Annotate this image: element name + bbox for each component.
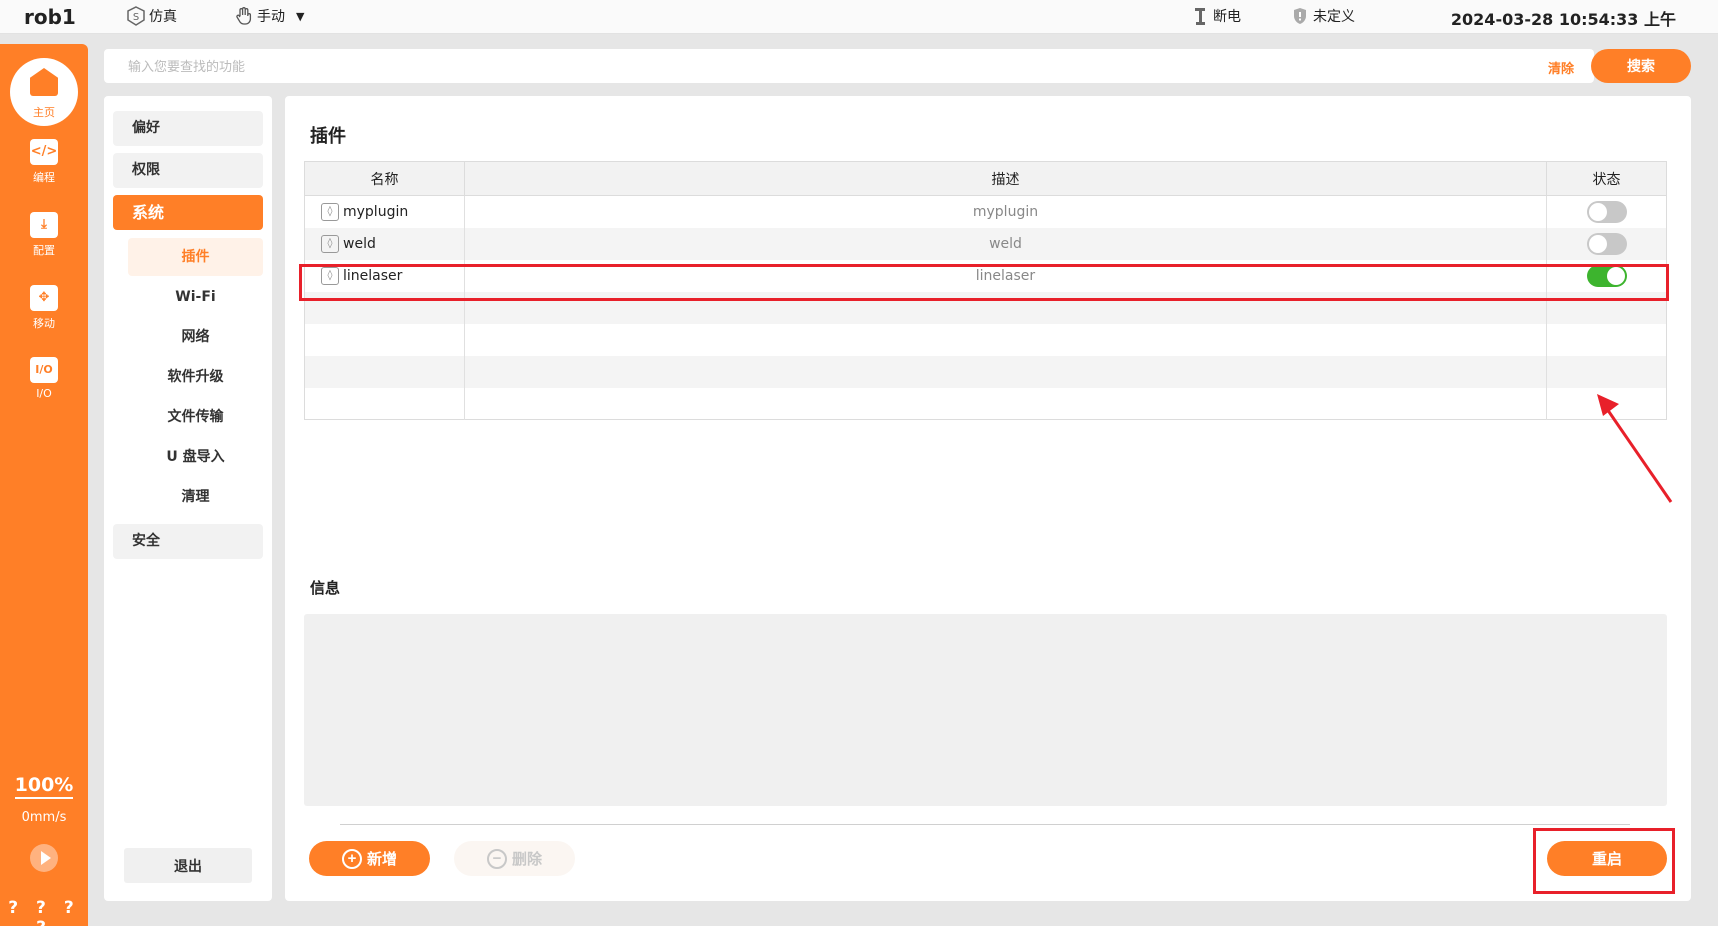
plugin-toggle[interactable] xyxy=(1586,200,1627,223)
robot-arm-icon xyxy=(1190,6,1210,26)
column-header-description[interactable]: 描述 xyxy=(464,161,1548,196)
top-bar: rob1 S 仿真 手动 ▼ 断电 未定义 2024-03-28 10:54:3… xyxy=(0,0,1718,34)
submenu-usb-import[interactable]: U 盘导入 xyxy=(128,438,263,476)
plugin-description: myplugin xyxy=(464,195,1548,228)
download-icon: ⤓ xyxy=(30,212,58,238)
safety-status[interactable]: 未定义 xyxy=(1290,6,1355,26)
speed-percent[interactable]: 100% xyxy=(0,774,88,799)
nav-io-label: I/O xyxy=(36,387,52,400)
table-row-empty xyxy=(304,323,1667,356)
home-icon xyxy=(30,68,58,96)
safety-label: 未定义 xyxy=(1313,9,1355,25)
delete-button[interactable]: − 删除 xyxy=(454,841,575,876)
menu-preferences[interactable]: 偏好 xyxy=(113,111,263,146)
hand-icon xyxy=(234,6,254,26)
power-label: 断电 xyxy=(1213,9,1241,25)
submenu-network[interactable]: 网络 xyxy=(128,318,263,356)
left-rail: 主页 </> 编程 ⤓ 配置 ✥ 移动 I/O I/O 100% 0mm/s ?… xyxy=(0,44,88,926)
nav-programming[interactable]: </> 编程 xyxy=(0,139,88,185)
annotation-highlight-row xyxy=(299,264,1669,301)
operation-mode-dropdown[interactable]: 手动 ▼ xyxy=(234,6,304,26)
robot-name[interactable]: rob1 xyxy=(24,5,76,29)
nav-programming-label: 编程 xyxy=(33,171,55,184)
move-icon: ✥ xyxy=(30,285,58,311)
plugin-panel: 插件 名称 描述 状态 ◊ myplugin myplugin ◊ weld wel… xyxy=(285,96,1691,901)
nav-config-label: 配置 xyxy=(33,244,55,257)
menu-permissions[interactable]: 权限 xyxy=(113,153,263,188)
add-button[interactable]: + 新增 xyxy=(309,841,430,876)
column-header-status[interactable]: 状态 xyxy=(1546,161,1667,196)
plus-icon: + xyxy=(341,848,362,869)
home-label: 主页 xyxy=(33,106,55,119)
nav-move-label: 移动 xyxy=(33,317,55,330)
search-button[interactable]: 搜索 xyxy=(1591,49,1691,83)
column-header-name[interactable]: 名称 xyxy=(304,161,465,196)
home-button[interactable]: 主页 xyxy=(10,58,78,126)
plugin-toggle[interactable] xyxy=(1586,232,1627,255)
submenu-file-transfer[interactable]: 文件传输 xyxy=(128,398,263,436)
add-label: 新增 xyxy=(366,851,397,868)
operation-label: 手动 xyxy=(257,9,285,25)
mode-label: 仿真 xyxy=(149,9,177,25)
divider xyxy=(340,824,1630,825)
search-input[interactable] xyxy=(128,56,1508,76)
nav-io[interactable]: I/O I/O xyxy=(0,357,88,400)
minus-icon: − xyxy=(486,848,507,869)
shield-icon xyxy=(1290,6,1310,26)
search-bar: 清除 xyxy=(104,49,1594,83)
play-button[interactable] xyxy=(30,844,58,872)
submenu-wifi[interactable]: Wi-Fi xyxy=(128,278,263,316)
clear-button[interactable]: 清除 xyxy=(1548,58,1574,77)
page-title: 插件 xyxy=(310,126,346,147)
s-badge-icon: S xyxy=(126,6,146,26)
annotation-highlight-restart xyxy=(1533,828,1675,894)
plugin-name: weld xyxy=(343,235,376,252)
submenu-plugins[interactable]: 插件 xyxy=(128,238,263,276)
io-icon: I/O xyxy=(30,357,58,383)
speed-value: 0mm/s xyxy=(21,810,67,825)
logout-button[interactable]: 退出 xyxy=(124,848,252,883)
info-box xyxy=(304,614,1667,806)
plugin-icon: ◊ xyxy=(321,202,339,221)
submenu-software-upgrade[interactable]: 软件升级 xyxy=(128,358,263,396)
power-status[interactable]: 断电 xyxy=(1190,6,1241,26)
code-icon: </> xyxy=(30,139,58,165)
table-row-empty xyxy=(304,355,1667,388)
table-row-empty xyxy=(304,387,1667,420)
nav-config[interactable]: ⤓ 配置 xyxy=(0,212,88,258)
status-indicators[interactable]: ? ? ? ? xyxy=(0,898,88,926)
table-row[interactable]: ◊ myplugin myplugin xyxy=(304,195,1667,228)
annotation-arrow xyxy=(1597,394,1673,503)
caret-down-icon: ▼ xyxy=(296,9,305,23)
submenu-cleanup[interactable]: 清理 xyxy=(128,478,263,516)
info-title: 信息 xyxy=(310,579,341,597)
plugin-name: myplugin xyxy=(343,203,409,220)
plugin-description: weld xyxy=(464,227,1548,260)
menu-safety[interactable]: 安全 xyxy=(113,524,263,559)
delete-label: 删除 xyxy=(511,851,542,868)
settings-menu: 偏好 权限 系统 插件 Wi-Fi 网络 软件升级 文件传输 U 盘导入 清理 … xyxy=(104,96,272,901)
svg-text:S: S xyxy=(133,12,139,23)
menu-system[interactable]: 系统 xyxy=(113,195,263,230)
plugin-icon: ◊ xyxy=(321,234,339,253)
mode-indicator[interactable]: S 仿真 xyxy=(126,6,177,26)
datetime: 2024-03-28 10:54:33 上午 xyxy=(1450,10,1676,29)
table-header-row: 名称 描述 状态 xyxy=(304,161,1667,196)
nav-move[interactable]: ✥ 移动 xyxy=(0,285,88,331)
table-row[interactable]: ◊ weld weld xyxy=(304,227,1667,260)
